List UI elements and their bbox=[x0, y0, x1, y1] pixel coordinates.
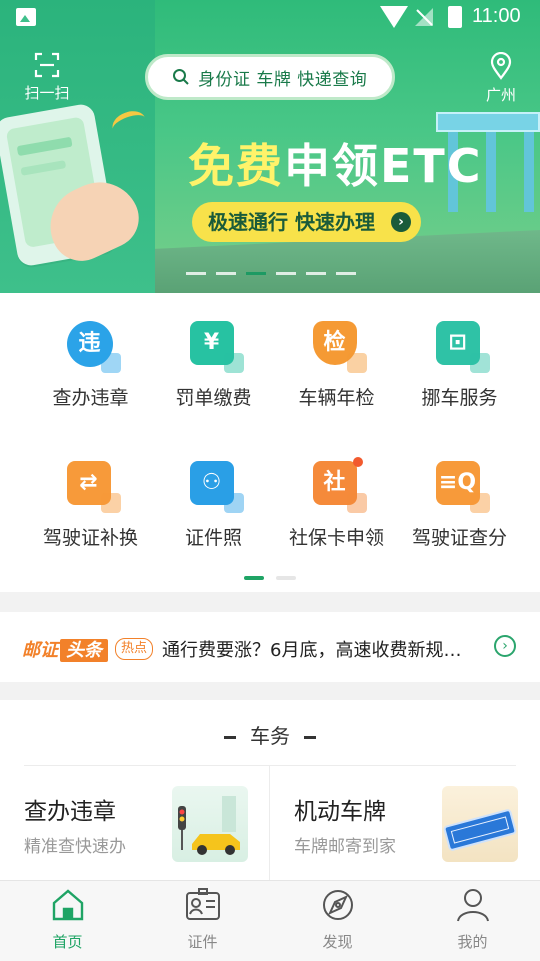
card-license-plate[interactable]: 机动车牌 车牌邮寄到家 bbox=[294, 766, 540, 880]
status-time: 11:00 bbox=[472, 5, 521, 27]
tab-profile[interactable]: 我的 bbox=[405, 887, 540, 952]
status-bar: 11:00 bbox=[0, 0, 540, 36]
tab-label: 首页 bbox=[52, 933, 83, 951]
grid-page-indicator bbox=[244, 576, 296, 580]
banner-cta[interactable]: 极速通行 快速办理 › bbox=[192, 202, 421, 242]
service-item[interactable]: 社社保卡申领 bbox=[269, 457, 404, 550]
carousel-dot[interactable] bbox=[306, 272, 326, 275]
bottom-nav: 首页 证件 发现 我的 bbox=[0, 880, 540, 961]
profile-icon bbox=[455, 887, 491, 923]
card-violation[interactable]: 查办违章 精准查快速办 bbox=[24, 766, 270, 880]
section-title-text: 车务 bbox=[250, 724, 290, 748]
headline-free: 免费 bbox=[188, 139, 284, 193]
carousel-dot[interactable] bbox=[186, 272, 206, 275]
car-move-icon: ⊡ bbox=[435, 321, 490, 373]
notification-dot bbox=[352, 457, 363, 467]
news-headline[interactable]: 通行费要涨？6月底，高速收费新规全面实施 bbox=[162, 636, 474, 662]
service-label: 罚单缴费 bbox=[175, 387, 252, 409]
service-item[interactable]: ⊡ 挪车服务 bbox=[392, 321, 527, 410]
chevron-right-circle-icon[interactable]: › bbox=[494, 635, 516, 657]
news-logo: 邮证 头条 bbox=[22, 636, 108, 662]
violation-icon: 违 bbox=[66, 321, 121, 373]
id-photo-icon: ⚇ bbox=[189, 461, 244, 513]
carousel-dot[interactable] bbox=[216, 272, 236, 275]
service-item[interactable]: ≡Q 驾驶证查分 bbox=[392, 461, 527, 550]
card-subtitle: 精准查快速办 bbox=[24, 837, 126, 857]
news-logo-a: 邮证 bbox=[22, 640, 58, 661]
tab-documents[interactable]: 证件 bbox=[135, 887, 270, 952]
carousel-dot[interactable] bbox=[336, 272, 356, 275]
home-icon bbox=[50, 887, 86, 923]
location-pin-icon bbox=[490, 51, 512, 80]
service-label: 社保卡申领 bbox=[288, 527, 384, 549]
battery-charging-icon bbox=[448, 6, 462, 28]
tab-label: 发现 bbox=[322, 933, 353, 951]
banner-cta-label: 极速通行 快速办理 bbox=[208, 210, 375, 234]
carousel-dot[interactable] bbox=[276, 272, 296, 275]
services-grid: 违查办违章 ¥ 罚单缴费检车辆年检 ⊡ 挪车服务 ⇄ 驾驶证补换 ⚇ 证件照社社保卡申领 ≡Q 驾驶… bbox=[0, 293, 540, 592]
id-card-icon bbox=[185, 887, 221, 923]
carousel-dot[interactable] bbox=[246, 272, 266, 275]
service-label: 查办违章 bbox=[52, 387, 129, 409]
chevron-right-icon: › bbox=[390, 212, 411, 232]
tab-label: 我的 bbox=[457, 933, 488, 951]
service-label: 挪车服务 bbox=[421, 387, 498, 409]
search-placeholder: 身份证 车牌 快递查询 bbox=[198, 69, 368, 90]
card-title: 查办违章 bbox=[24, 799, 116, 825]
service-item[interactable]: ¥ 罚单缴费 bbox=[146, 321, 281, 410]
service-label: 驾驶证补换 bbox=[42, 527, 138, 549]
service-label: 驾驶证查分 bbox=[411, 527, 507, 549]
license-plate-illustration bbox=[442, 786, 518, 862]
service-item[interactable]: 检车辆年检 bbox=[269, 321, 404, 410]
scan-label: 扫一扫 bbox=[24, 84, 70, 102]
scan-button[interactable]: 扫一扫 bbox=[20, 52, 74, 103]
service-item[interactable]: ⇄ 驾驶证补换 bbox=[23, 461, 158, 550]
social-security-icon: 社 bbox=[312, 457, 367, 513]
city-label: 广州 bbox=[485, 86, 516, 104]
tab-home[interactable]: 首页 bbox=[0, 887, 135, 952]
banner-left-panel bbox=[0, 0, 155, 293]
carousel-dots bbox=[186, 272, 356, 275]
license-swap-icon: ⇄ bbox=[66, 461, 121, 513]
city-selector[interactable]: 广州 bbox=[480, 51, 522, 105]
decor-curve bbox=[109, 106, 149, 141]
service-label: 车辆年检 bbox=[298, 387, 375, 409]
news-ticker[interactable]: 邮证头条 热点 通行费要涨？6月底，高速收费新规全面实施 › bbox=[0, 612, 540, 682]
license-points-icon: ≡Q bbox=[435, 461, 490, 513]
news-logo-b: 头条 bbox=[60, 639, 108, 662]
wifi-icon bbox=[380, 6, 408, 28]
service-item[interactable]: 违查办违章 bbox=[23, 321, 158, 410]
hero-banner[interactable]: 免费申领ETC 极速通行 快速办理 › bbox=[0, 0, 540, 293]
section-title: 车务 bbox=[0, 720, 540, 749]
scan-icon bbox=[34, 52, 60, 78]
banner-headline: 免费申领ETC bbox=[188, 130, 483, 196]
inspection-shield-icon: 检 bbox=[312, 321, 367, 373]
hot-badge: 热点 bbox=[115, 638, 154, 660]
no-signal-icon bbox=[415, 8, 433, 26]
tab-label: 证件 bbox=[187, 933, 218, 951]
search-icon bbox=[173, 69, 189, 85]
traffic-car-illustration bbox=[172, 786, 248, 862]
headline-rest: 申领ETC bbox=[284, 139, 483, 193]
gallery-notification-icon bbox=[16, 8, 36, 26]
search-bar[interactable]: 身份证 车牌 快递查询 bbox=[145, 54, 395, 100]
car-affairs-section: 车务 查办违章 精准查快速办 机动车牌 车牌邮寄到家 bbox=[0, 700, 540, 880]
yuan-bill-icon: ¥ bbox=[189, 321, 244, 373]
card-subtitle: 车牌邮寄到家 bbox=[294, 837, 396, 857]
tab-discover[interactable]: 发现 bbox=[270, 887, 405, 952]
service-label: 证件照 bbox=[184, 527, 242, 549]
discover-icon bbox=[320, 887, 356, 923]
card-title: 机动车牌 bbox=[294, 799, 386, 825]
service-item[interactable]: ⚇ 证件照 bbox=[146, 461, 281, 550]
